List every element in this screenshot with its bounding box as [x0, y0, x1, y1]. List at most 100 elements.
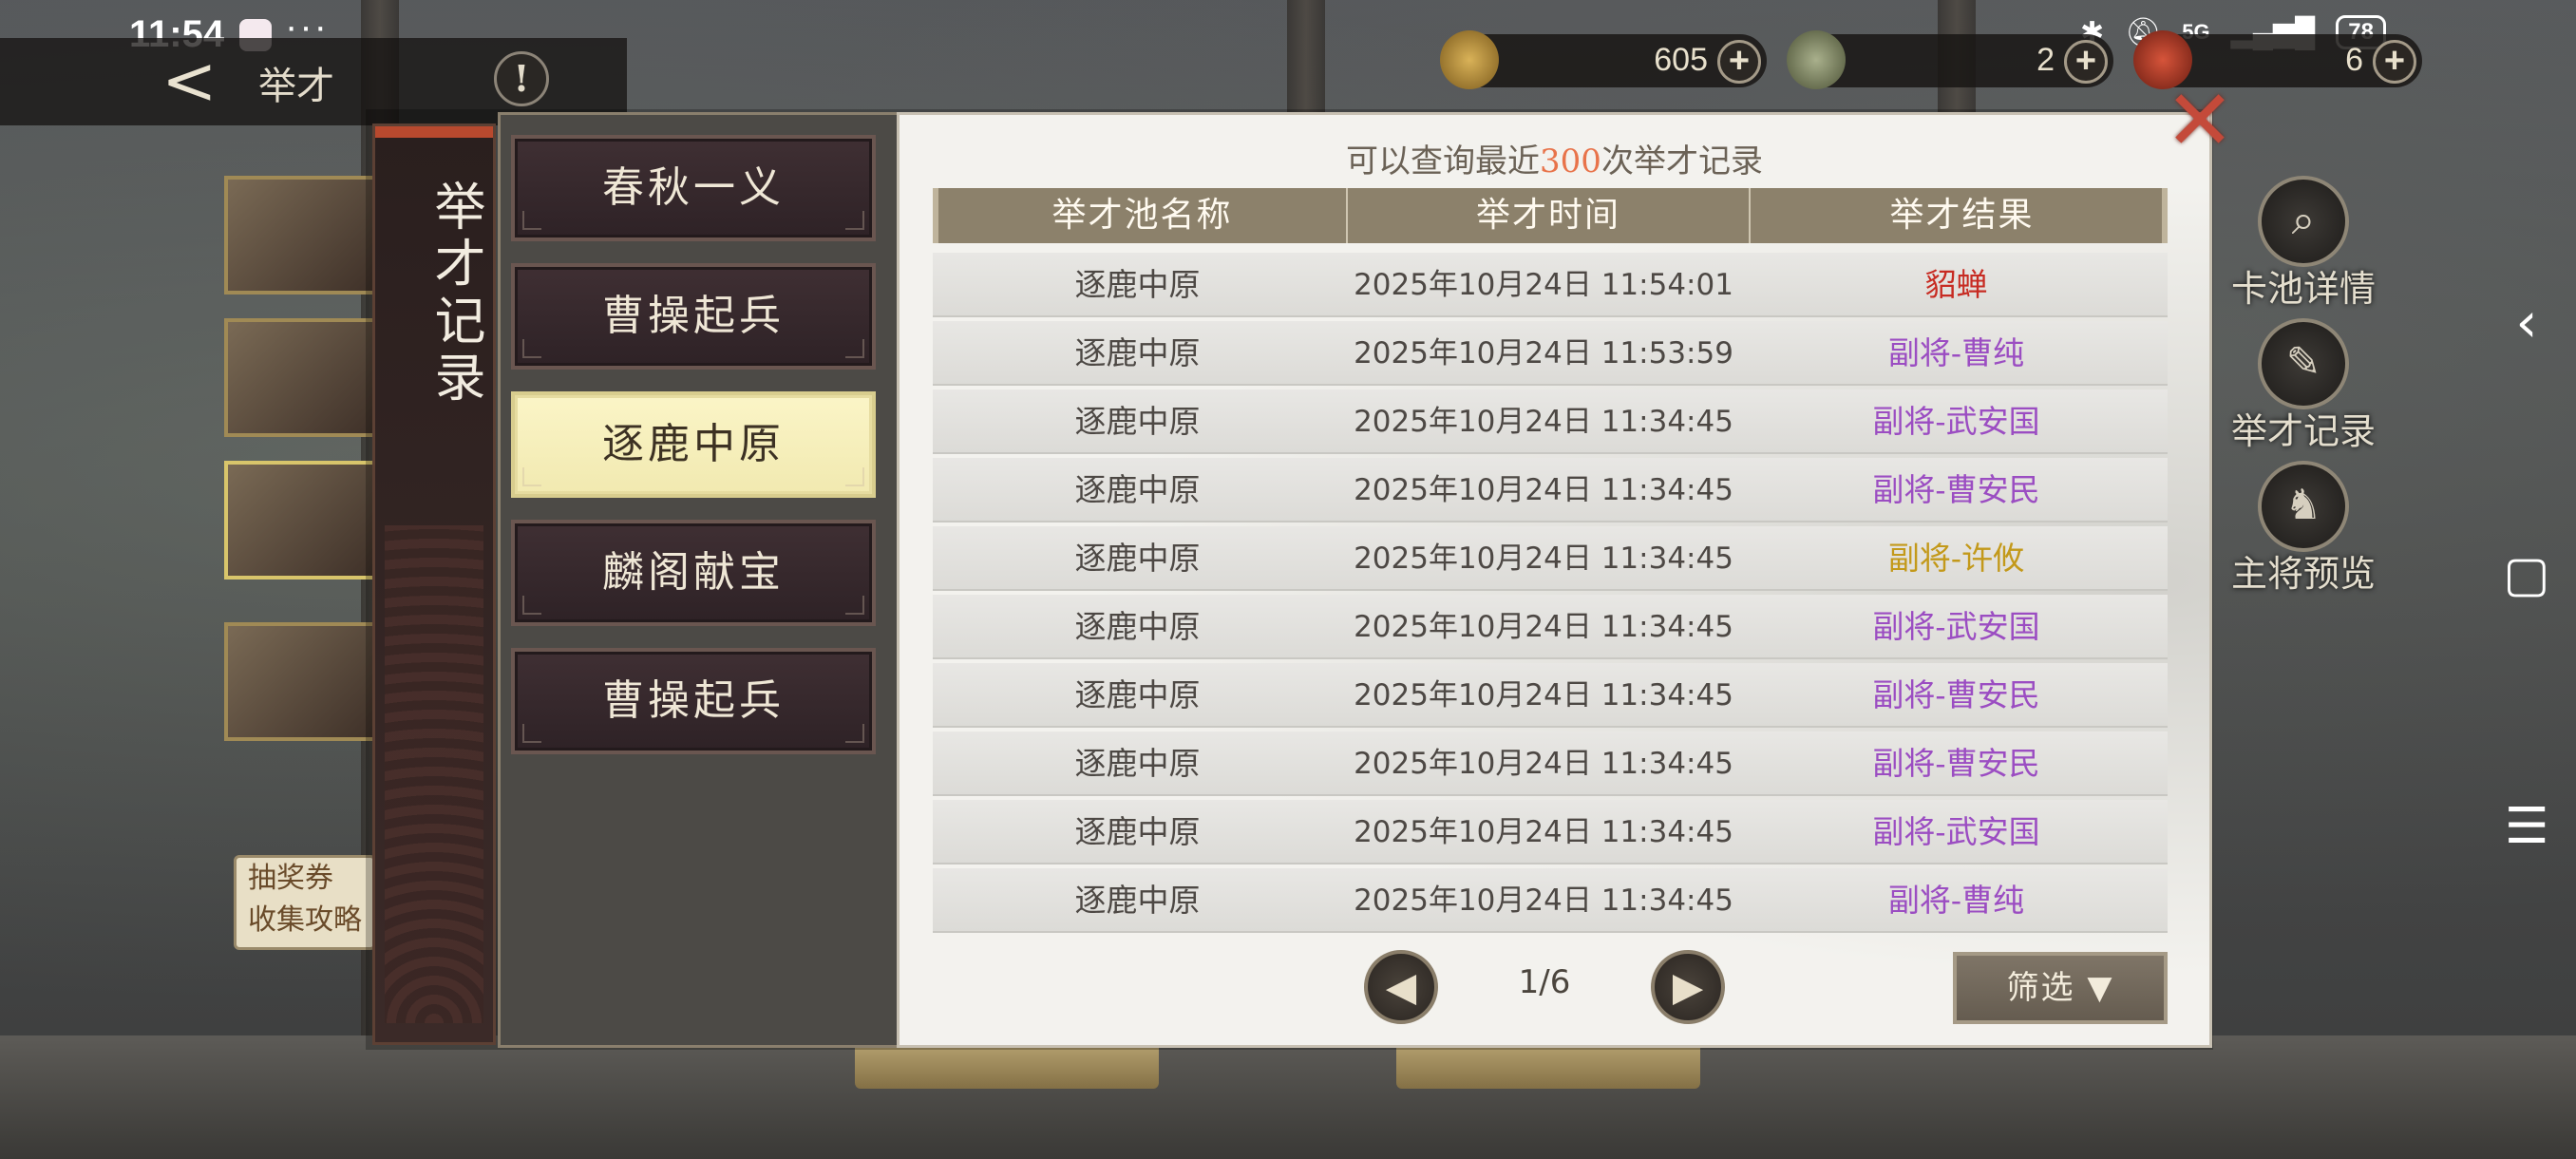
notice-suffix: 次举才记录 [1601, 142, 1763, 180]
table-row: 逐鹿中原 2025年10月24日 11:34:45 副将-曹安民 [933, 732, 2168, 796]
cell-draw-time: 2025年10月24日 11:34:45 [1354, 610, 1733, 644]
add-token-button[interactable]: + [2373, 40, 2416, 84]
table-row: 逐鹿中原 2025年10月24日 11:34:45 副将-武安国 [933, 390, 2168, 454]
resource-value: 2 [2036, 42, 2055, 78]
cell-pool-name: 逐鹿中原 [1074, 334, 1201, 371]
cell-draw-time: 2025年10月24日 11:34:45 [1354, 884, 1733, 918]
table-row: 逐鹿中原 2025年10月24日 11:34:45 副将-曹纯 [933, 868, 2168, 933]
notice-count: 300 [1540, 142, 1601, 180]
page-indicator: 1/6 [1518, 963, 1571, 1001]
column-header-pool: 举才池名称 [938, 188, 1348, 243]
resource-value: 6 [2345, 42, 2363, 78]
resource-value: 605 [1654, 42, 1708, 78]
table-row: 逐鹿中原 2025年10月24日 11:34:45 副将-许攸 [933, 526, 2168, 591]
cell-draw-result: 副将-曹安民 [1872, 471, 2040, 508]
draw-history-button[interactable]: ✎ 举才记录 [2213, 318, 2394, 454]
hero-card[interactable] [224, 318, 386, 437]
resource-jade: 2 + [1787, 30, 2113, 89]
nav-home-icon[interactable]: ▢ [2498, 546, 2555, 603]
ticket-banner[interactable]: 抽奖券 收集攻略 [234, 855, 376, 950]
cell-draw-time: 2025年10月24日 11:34:45 [1354, 542, 1733, 576]
record-notice: 可以查询最近300次举才记录 [897, 135, 2212, 181]
add-coin-button[interactable]: + [1717, 40, 1761, 84]
filter-button[interactable]: 筛选 ▼ [1953, 952, 2168, 1024]
table-row: 逐鹿中原 2025年10月24日 11:34:45 副将-武安国 [933, 800, 2168, 864]
hero-card[interactable] [224, 461, 386, 580]
general-icon: ♞ [2258, 461, 2349, 552]
pagination: ◀ 1/6 ▶ [1364, 950, 1725, 1026]
cell-draw-time: 2025年10月24日 11:34:45 [1354, 473, 1733, 507]
pool-list: 春秋一义 曹操起兵 逐鹿中原 麟阁献宝 曹操起兵 [511, 135, 876, 776]
nav-menu-icon[interactable]: ☰ [2498, 798, 2555, 855]
cell-pool-name: 逐鹿中原 [1074, 676, 1201, 713]
next-page-icon[interactable]: ▶ [1651, 950, 1725, 1024]
background-floor [0, 1036, 2576, 1159]
cell-draw-result: 副将-曹纯 [1887, 882, 2025, 919]
table-row: 逐鹿中原 2025年10月24日 11:34:45 副将-武安国 [933, 595, 2168, 659]
cell-pool-name: 逐鹿中原 [1074, 266, 1201, 303]
cell-draw-result: 副将-武安国 [1872, 403, 2040, 440]
cell-draw-result: 貂蝉 [1924, 266, 1988, 303]
side-tab-pattern [385, 525, 483, 1023]
pool-tab[interactable]: 曹操起兵 [511, 263, 876, 370]
pool-tab[interactable]: 麟阁献宝 [511, 520, 876, 626]
cell-draw-result: 副将-曹安民 [1872, 676, 2040, 713]
cell-draw-time: 2025年10月24日 11:34:45 [1354, 405, 1733, 439]
side-tab-stripe [375, 126, 493, 138]
cell-pool-name: 逐鹿中原 [1074, 471, 1201, 508]
coin-icon [1440, 30, 1499, 89]
column-header-time: 举才时间 [1348, 188, 1751, 243]
hero-card[interactable] [224, 622, 386, 741]
jade-icon [1787, 30, 1846, 89]
pool-tab[interactable]: 春秋一义 [511, 135, 876, 241]
table-row: 逐鹿中原 2025年10月24日 11:34:45 副将-曹安民 [933, 663, 2168, 728]
cell-draw-time: 2025年10月24日 11:34:45 [1354, 678, 1733, 712]
side-menu-label: 举才记录 [2230, 410, 2376, 452]
general-preview-button[interactable]: ♞ 主将预览 [2213, 461, 2394, 597]
pool-tab[interactable]: 曹操起兵 [511, 648, 876, 754]
cell-pool-name: 逐鹿中原 [1074, 882, 1201, 919]
add-jade-button[interactable]: + [2064, 40, 2108, 84]
cell-pool-name: 逐鹿中原 [1074, 403, 1201, 440]
cell-draw-time: 2025年10月24日 11:34:45 [1354, 815, 1733, 849]
notice-prefix: 可以查询最近 [1346, 142, 1541, 180]
cell-draw-time: 2025年10月24日 11:54:01 [1354, 268, 1733, 302]
help-button[interactable]: ! [494, 51, 549, 106]
ticket-line: 抽奖券 [248, 862, 333, 895]
back-arrow-icon[interactable]: < [161, 48, 218, 114]
dialog-side-tab: 举才记录 [372, 124, 496, 1045]
table-row: 逐鹿中原 2025年10月24日 11:34:45 副将-曹安民 [933, 458, 2168, 522]
close-x-icon[interactable]: ✕ [2164, 79, 2236, 162]
filter-label: 筛选 [2006, 969, 2075, 1007]
dialog-title: 举才记录 [426, 180, 485, 408]
cell-draw-time: 2025年10月24日 11:53:59 [1354, 336, 1733, 370]
magnifier-icon: ⌕ [2258, 176, 2349, 267]
scroll-icon: ✎ [2258, 318, 2349, 409]
cell-draw-result: 副将-武安国 [1872, 608, 2040, 645]
cell-draw-result: 副将-许攸 [1887, 540, 2025, 577]
cell-pool-name: 逐鹿中原 [1074, 608, 1201, 645]
pool-details-button[interactable]: ⌕ 卡池详情 [2213, 176, 2394, 312]
cell-draw-result: 副将-曹纯 [1887, 334, 2025, 371]
table-row: 逐鹿中原 2025年10月24日 11:53:59 副将-曹纯 [933, 321, 2168, 386]
cell-pool-name: 逐鹿中原 [1074, 813, 1201, 850]
records-table: 逐鹿中原 2025年10月24日 11:54:01 貂蝉 逐鹿中原 2025年10月24… [933, 253, 2168, 937]
cell-pool-name: 逐鹿中原 [1074, 745, 1201, 782]
pool-tab-active[interactable]: 逐鹿中原 [511, 391, 876, 498]
prev-page-icon[interactable]: ◀ [1364, 950, 1438, 1024]
ticket-line: 收集攻略 [248, 903, 362, 937]
page-title: 举才 [258, 65, 334, 108]
cell-pool-name: 逐鹿中原 [1074, 540, 1201, 577]
nav-back-icon[interactable]: ‹ [2498, 290, 2555, 354]
funnel-icon: ▼ [2087, 969, 2114, 1007]
cell-draw-result: 副将-曹安民 [1872, 745, 2040, 782]
side-menu-label: 卡池详情 [2230, 268, 2376, 310]
side-menu-label: 主将预览 [2230, 553, 2376, 595]
table-header: 举才池名称 举才时间 举才结果 [933, 188, 2168, 243]
resource-coin: 605 + [1440, 30, 1767, 89]
cell-draw-time: 2025年10月24日 11:34:45 [1354, 747, 1733, 781]
column-header-result: 举才结果 [1889, 196, 2035, 235]
table-row: 逐鹿中原 2025年10月24日 11:54:01 貂蝉 [933, 253, 2168, 317]
hero-card[interactable] [224, 176, 386, 294]
cell-draw-result: 副将-武安国 [1872, 813, 2040, 850]
